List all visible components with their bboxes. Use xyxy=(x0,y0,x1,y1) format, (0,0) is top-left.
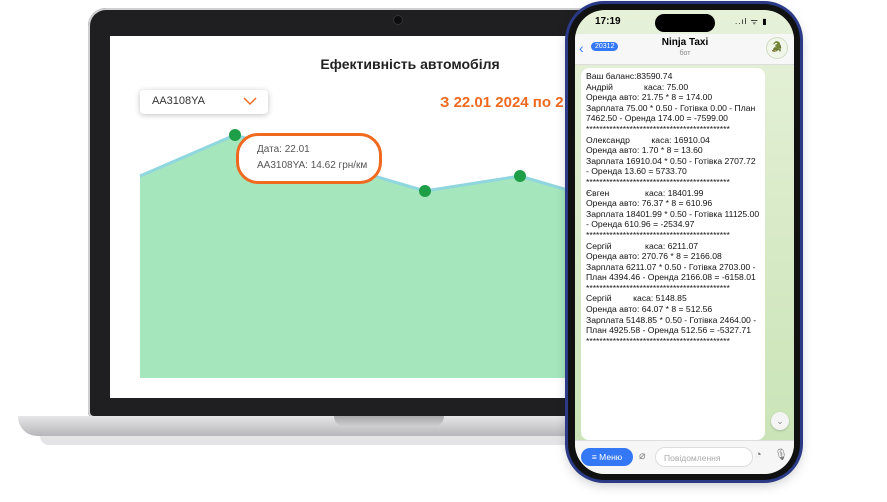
chart-title: Ефективність автомобіля xyxy=(320,56,500,72)
phone-side-button xyxy=(565,100,568,122)
phone-side-button xyxy=(800,140,803,188)
tooltip-value: AA3108YA: 14.62 грн/км xyxy=(257,160,368,171)
chart-point xyxy=(419,185,431,197)
back-badge[interactable]: 20312 xyxy=(591,42,619,51)
chart-point xyxy=(514,170,526,182)
date-range: З 22.01 2024 по 2 xyxy=(440,94,564,111)
laptop-screen: Ефективність автомобіля AA3108YA З 22.01… xyxy=(110,36,615,398)
laptop-camera xyxy=(394,16,402,24)
chat-name[interactable]: Ninja Taxi xyxy=(645,37,725,48)
status-bar: 17:19 ..ıl ᯤ ▮ xyxy=(575,10,794,34)
tooltip-date: Дата: 22.01 xyxy=(257,144,310,155)
vehicle-select-value: AA3108YA xyxy=(152,95,206,107)
input-bar: ≡ Меню ⌀ Повідомлення ◔ 🎙 xyxy=(575,440,794,474)
chat-header: ‹ 20312 Ninja Taxi бот 🐊 xyxy=(575,34,794,65)
mic-icon[interactable]: 🎙 xyxy=(774,448,788,461)
scroll-down-icon[interactable]: ⌄ xyxy=(771,412,789,430)
laptop-base xyxy=(18,416,633,436)
vehicle-select[interactable]: AA3108YA xyxy=(140,90,268,114)
attach-icon[interactable]: ⌀ xyxy=(639,449,646,462)
phone-side-button xyxy=(565,132,568,166)
menu-button[interactable]: ≡ Меню xyxy=(581,448,633,466)
laptop-notch xyxy=(334,416,444,427)
telegram-screen: 17:19 ..ıl ᯤ ▮ ‹ 20312 Ninja Taxi бот 🐊 … xyxy=(575,10,794,474)
sticker-icon[interactable]: ◔ xyxy=(755,449,762,461)
message-input[interactable]: Повідомлення xyxy=(655,447,753,467)
status-time: 17:19 xyxy=(595,16,621,27)
chart-tooltip: Дата: 22.01 AA3108YA: 14.62 грн/км xyxy=(236,133,382,184)
status-icons: ..ıl ᯤ ▮ xyxy=(735,17,768,26)
dynamic-island xyxy=(655,14,715,32)
back-icon[interactable]: ‹ xyxy=(579,40,584,56)
laptop-shadow xyxy=(40,436,625,445)
chat-subtitle: бот xyxy=(679,50,691,57)
chart-point xyxy=(229,129,241,141)
message-bubble: Ваш баланс:83590.74 Андрій каса: 75.00 О… xyxy=(581,68,765,440)
message-text: Ваш баланс:83590.74 Андрій каса: 75.00 О… xyxy=(586,71,760,346)
chevron-down-icon xyxy=(243,97,257,106)
bot-avatar[interactable]: 🐊 xyxy=(767,38,787,58)
